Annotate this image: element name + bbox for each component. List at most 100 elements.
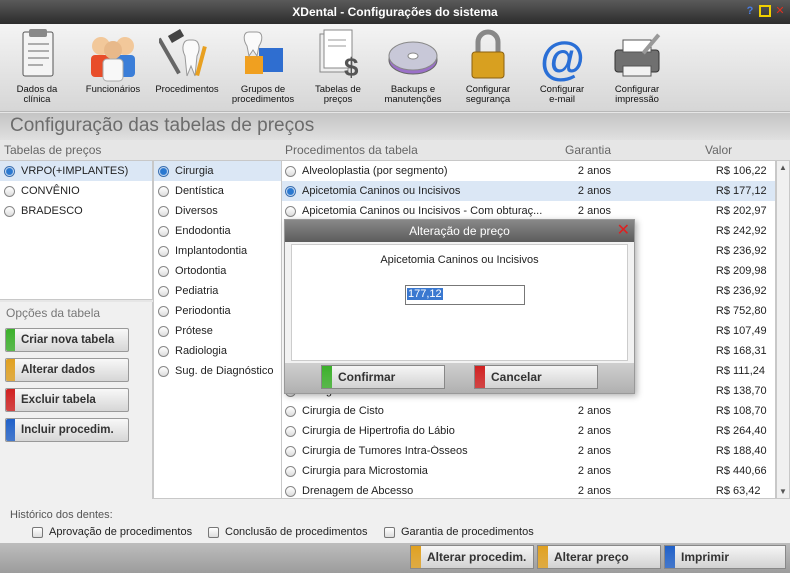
list-item[interactable]: VRPO(+IMPLANTES) bbox=[0, 161, 152, 181]
radio-icon[interactable] bbox=[285, 445, 296, 457]
approval-checkbox[interactable]: Aprovação de procedimentos bbox=[32, 526, 192, 538]
maximize-icon[interactable] bbox=[759, 5, 771, 17]
radio-icon[interactable] bbox=[158, 165, 169, 177]
warranty-header[interactable]: Garantia bbox=[565, 141, 611, 159]
close-icon[interactable]: ✕ bbox=[617, 220, 630, 242]
toolbar-clinic-data[interactable]: Dados da clínica bbox=[6, 26, 68, 104]
specialty-label: Periodontia bbox=[175, 305, 231, 317]
table-row[interactable]: Cirurgia de Cisto 2 anos R$ 108,70 bbox=[282, 401, 775, 421]
confirm-button[interactable]: Confirmar bbox=[321, 365, 445, 389]
procedure-value: R$ 107,49 bbox=[715, 325, 767, 337]
radio-icon[interactable] bbox=[158, 225, 169, 237]
radio-icon[interactable] bbox=[285, 165, 296, 177]
radio-icon[interactable] bbox=[158, 185, 169, 197]
specialty-item[interactable]: Radiologia bbox=[154, 341, 281, 361]
specialty-item[interactable]: Periodontia bbox=[154, 301, 281, 321]
conclusion-checkbox[interactable]: Conclusão de procedimentos bbox=[208, 526, 367, 538]
edit-price-button[interactable]: Alterar preço bbox=[537, 545, 661, 569]
edit-data-button[interactable]: Alterar dados bbox=[5, 358, 129, 382]
specialty-item[interactable]: Implantodontia bbox=[154, 241, 281, 261]
table-row[interactable]: Cirurgia de Hipertrofia do Lábio 2 anos R$… bbox=[282, 421, 775, 441]
table-row[interactable]: Cirurgia de Tumores Intra-Ósseos 2 anos R$… bbox=[282, 441, 775, 461]
radio-icon[interactable] bbox=[4, 205, 15, 217]
dialog-title: Alteração de preço bbox=[409, 224, 510, 238]
toolbar-label: Grupos de procedimentos bbox=[231, 84, 295, 105]
specialty-item[interactable]: Ortodontia bbox=[154, 261, 281, 281]
checkbox-icon[interactable] bbox=[208, 526, 219, 538]
cancel-button[interactable]: Cancelar bbox=[474, 365, 598, 389]
radio-icon[interactable] bbox=[285, 465, 296, 477]
toolbar-staff[interactable]: Funcionários bbox=[78, 26, 148, 95]
add-procedure-button[interactable]: Incluir procedim. bbox=[5, 418, 129, 442]
procedure-name: Apicetomia Caninos ou Incisivos bbox=[302, 185, 461, 197]
radio-icon[interactable] bbox=[285, 185, 296, 197]
specialty-label: Radiologia bbox=[175, 345, 227, 357]
table-row[interactable]: Cirurgia para Microstomia 2 anos R$ 440,66 bbox=[282, 461, 775, 481]
radio-icon[interactable] bbox=[4, 185, 15, 197]
table-row[interactable]: Alveoloplastia (por segmento) 2 anos R$ 10… bbox=[282, 161, 775, 181]
radio-icon[interactable] bbox=[158, 365, 169, 377]
radio-icon[interactable] bbox=[158, 345, 169, 357]
printer-icon bbox=[614, 33, 661, 77]
procedure-value: R$ 111,24 bbox=[715, 365, 766, 377]
close-icon[interactable]: ✕ bbox=[774, 5, 786, 17]
toolbar-email[interactable]: @ Configurar e-mail bbox=[532, 26, 592, 104]
price-table-list: VRPO(+IMPLANTES) CONVÊNIO BRADESCO bbox=[0, 160, 153, 300]
specialty-item[interactable]: Dentística bbox=[154, 181, 281, 201]
specialty-item[interactable]: Pediatria bbox=[154, 281, 281, 301]
edit-procedure-button[interactable]: Alterar procedim. bbox=[410, 545, 534, 569]
price-list-icon: $ bbox=[319, 29, 359, 82]
value-header[interactable]: Valor bbox=[705, 141, 732, 159]
checkbox-icon[interactable] bbox=[32, 526, 43, 538]
radio-icon[interactable] bbox=[158, 285, 169, 297]
specialty-item[interactable]: Prótese bbox=[154, 321, 281, 341]
toolbar-security[interactable]: Configurar segurança bbox=[456, 26, 520, 104]
list-item[interactable]: CONVÊNIO bbox=[0, 181, 152, 201]
scroll-down-icon[interactable]: ▼ bbox=[779, 487, 787, 496]
create-table-button[interactable]: Criar nova tabela bbox=[5, 328, 129, 352]
toolbar-backups[interactable]: Backups e manutenções bbox=[378, 26, 448, 104]
radio-icon[interactable] bbox=[285, 205, 296, 217]
scroll-up-icon[interactable]: ▲ bbox=[779, 163, 787, 172]
page-title: Configuração das tabelas de preços bbox=[10, 115, 315, 136]
toolbar-procedures[interactable]: Procedimentos bbox=[150, 26, 224, 95]
table-row[interactable]: Apicetomia Caninos ou Incisivos 2 anos R$ … bbox=[282, 181, 775, 201]
staff-icon bbox=[91, 37, 135, 82]
radio-icon[interactable] bbox=[285, 485, 296, 497]
radio-icon[interactable] bbox=[158, 305, 169, 317]
toolbar-procedure-groups[interactable]: Grupos de procedimentos bbox=[226, 26, 300, 104]
vertical-scrollbar[interactable]: ▲ ▼ bbox=[776, 160, 790, 499]
radio-icon[interactable] bbox=[285, 405, 296, 417]
radio-icon[interactable] bbox=[158, 245, 169, 257]
help-icon[interactable]: ? bbox=[744, 5, 756, 17]
warranty-checkbox[interactable]: Garantia de procedimentos bbox=[384, 526, 534, 538]
procedure-value: R$ 108,70 bbox=[715, 405, 767, 417]
checkbox-icon[interactable] bbox=[384, 526, 395, 538]
specialty-item[interactable]: Sug. de Diagnóstico bbox=[154, 361, 281, 381]
toolbar-label: Tabelas de preços bbox=[315, 84, 361, 105]
radio-icon[interactable] bbox=[158, 265, 169, 277]
toolbar-price-tables[interactable]: $ Tabelas de preços bbox=[308, 26, 368, 104]
delete-table-button[interactable]: Excluir tabela bbox=[5, 388, 129, 412]
procedure-name: Drenagem de Abcesso bbox=[302, 485, 414, 497]
list-item[interactable]: BRADESCO bbox=[0, 201, 152, 221]
procedure-warranty: 2 anos bbox=[577, 165, 611, 177]
toolbar-printing[interactable]: Configurar impressão bbox=[604, 26, 670, 104]
button-label: Confirmar bbox=[338, 370, 396, 384]
procedure-name: Alveoloplastia (por segmento) bbox=[302, 165, 448, 177]
specialty-item[interactable]: Diversos bbox=[154, 201, 281, 221]
radio-icon[interactable] bbox=[285, 425, 296, 437]
radio-icon[interactable] bbox=[158, 325, 169, 337]
print-button[interactable]: Imprimir bbox=[664, 545, 786, 569]
radio-icon[interactable] bbox=[158, 205, 169, 217]
table-name: VRPO(+IMPLANTES) bbox=[21, 165, 129, 177]
table-row[interactable]: Drenagem de Abcesso 2 anos R$ 63,42 bbox=[282, 481, 775, 498]
dialog-body: Apicetomia Caninos ou Incisivos 177,12 bbox=[291, 244, 628, 361]
table-name: BRADESCO bbox=[21, 205, 83, 217]
radio-icon[interactable] bbox=[4, 165, 15, 177]
specialty-label: Pediatria bbox=[175, 285, 219, 297]
specialty-item[interactable]: Cirurgia bbox=[154, 161, 281, 181]
color-swatch bbox=[665, 546, 675, 568]
table-row[interactable]: Apicetomia Caninos ou Incisivos - Com ob… bbox=[282, 201, 775, 221]
specialty-item[interactable]: Endodontia bbox=[154, 221, 281, 241]
